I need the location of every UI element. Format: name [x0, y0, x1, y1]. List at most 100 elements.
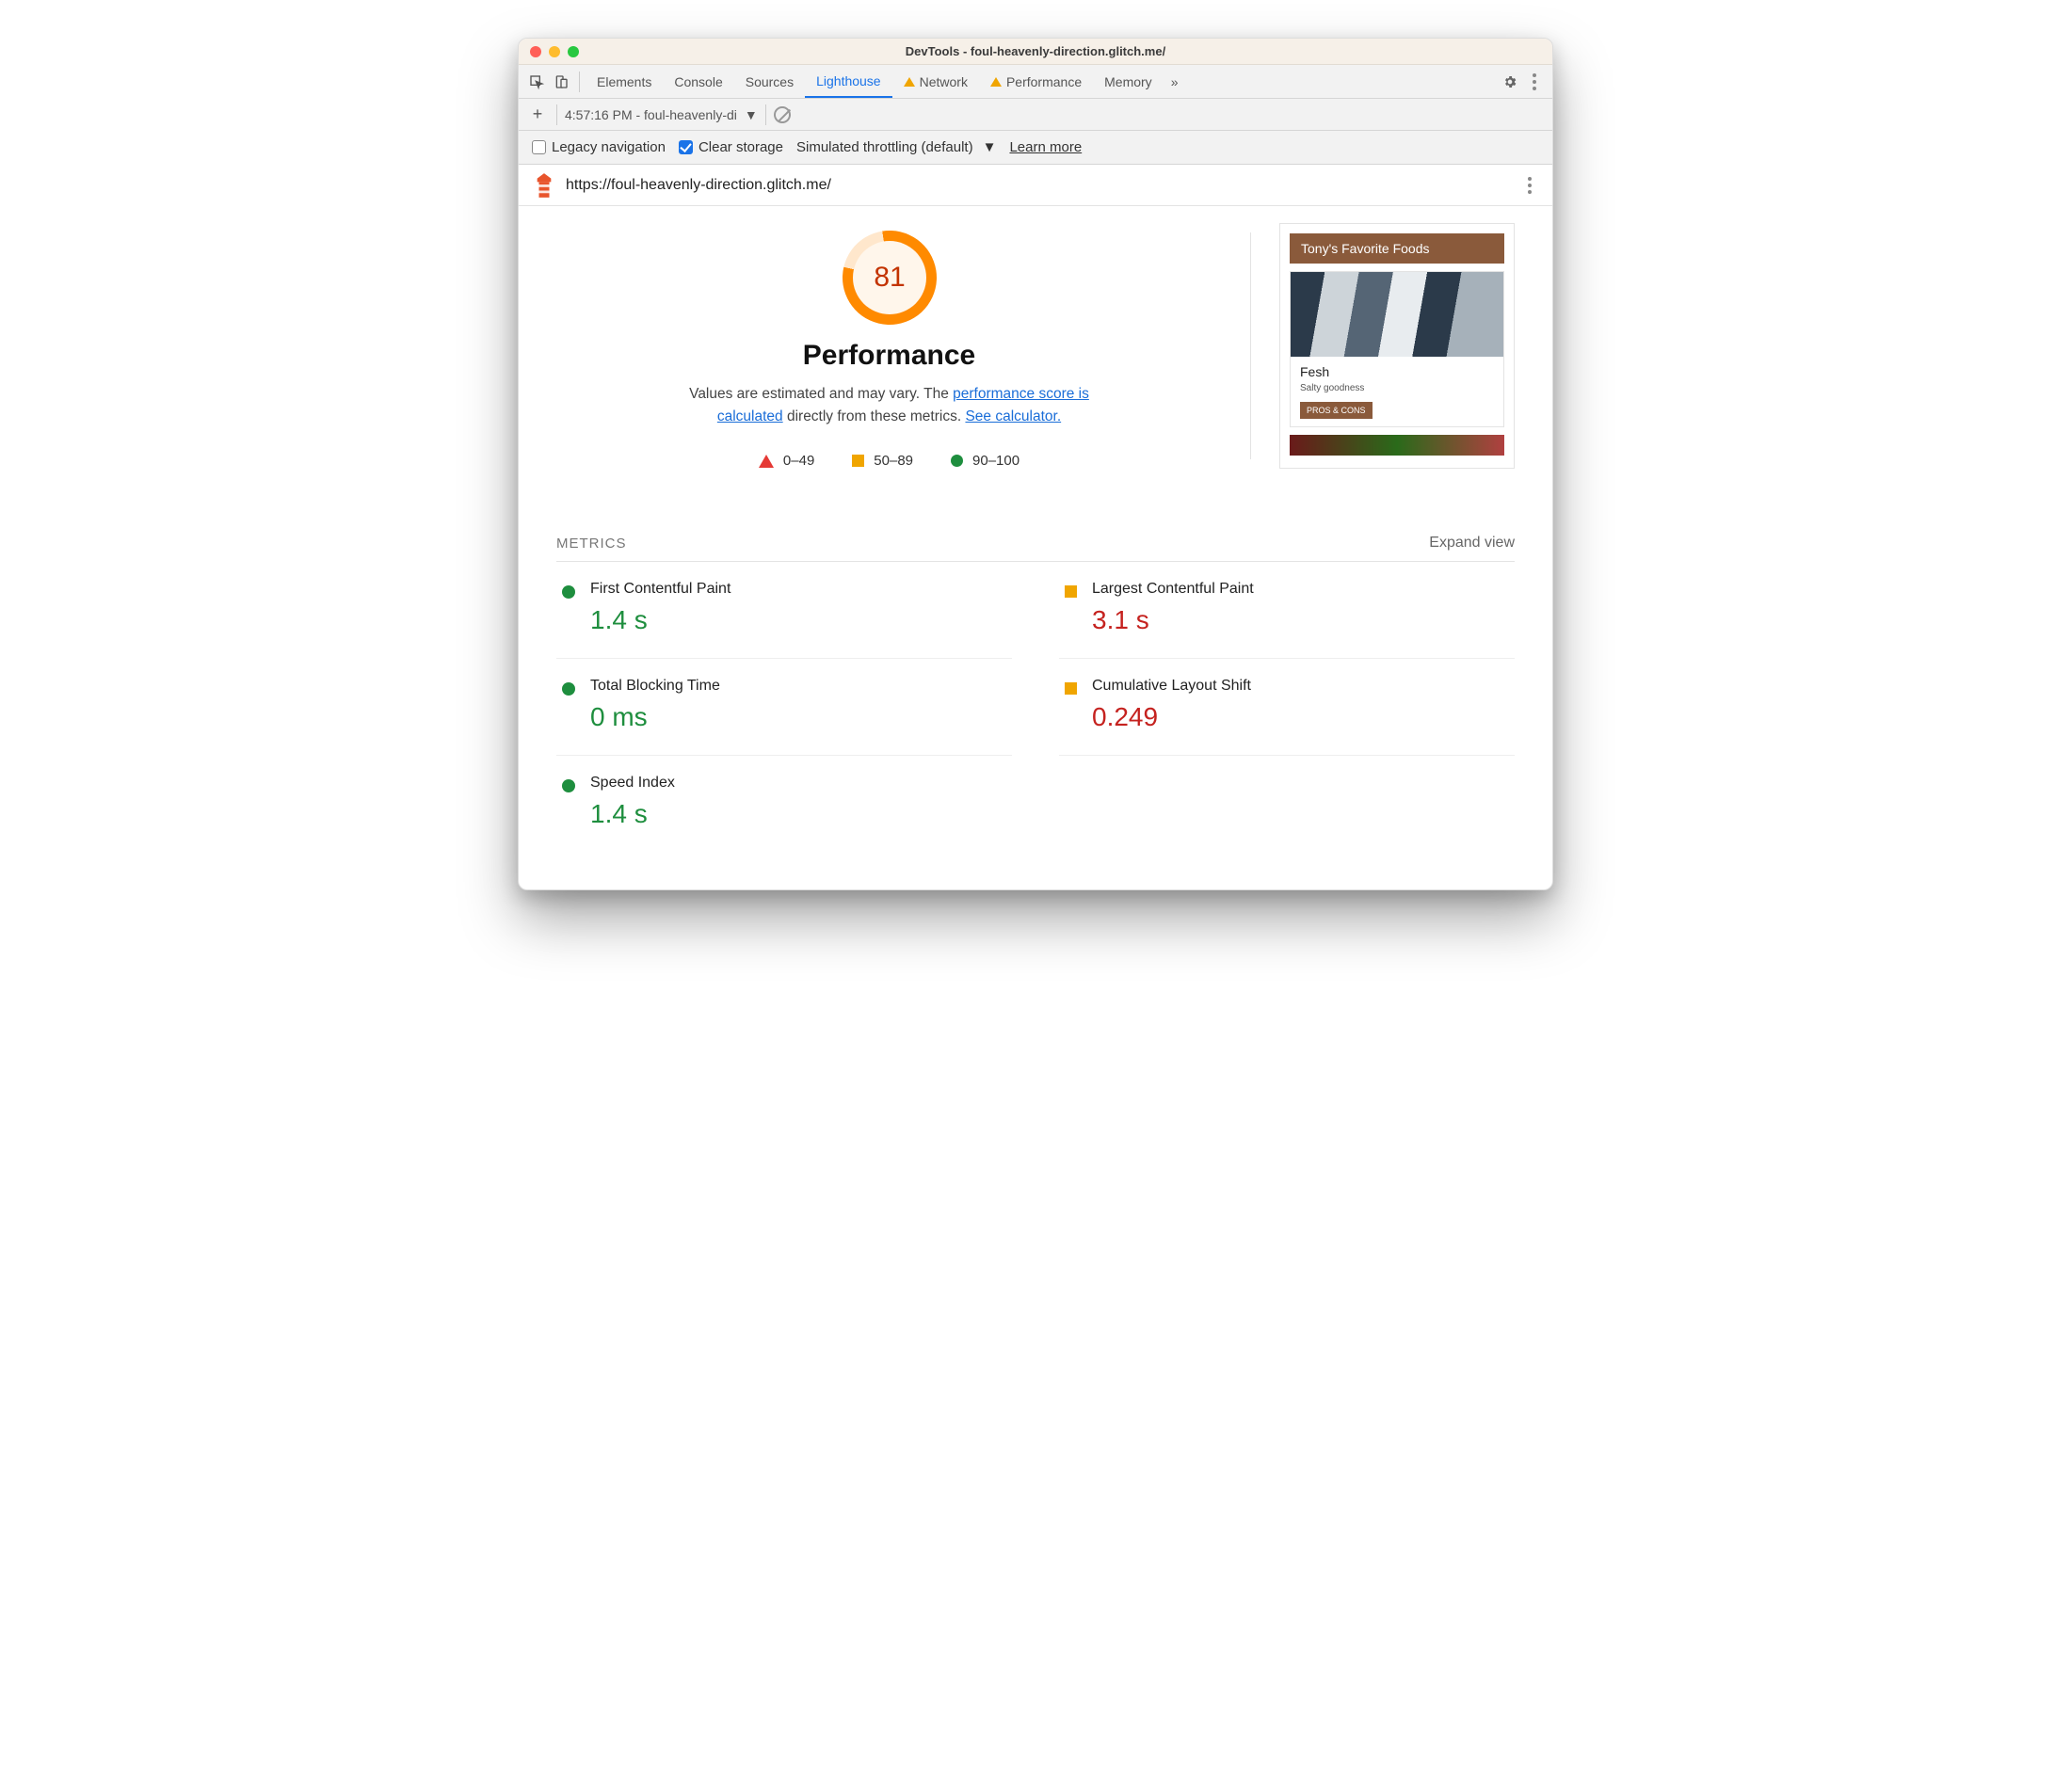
desc-text: directly from these metrics.	[783, 408, 966, 424]
lighthouse-options: Legacy navigation Clear storage Simulate…	[519, 131, 1552, 165]
divider	[1250, 232, 1251, 459]
preview-card-title: Fesh	[1300, 364, 1494, 379]
metrics-label: METRICS	[556, 536, 627, 552]
status-icon	[562, 779, 575, 792]
metrics-header: METRICS Expand view	[556, 535, 1515, 562]
report-menu-icon[interactable]	[1522, 171, 1537, 200]
category-heading: Performance	[556, 340, 1222, 372]
throttling-dropdown[interactable]: Simulated throttling (default) ▼	[796, 139, 996, 155]
zoom-icon[interactable]	[568, 46, 579, 57]
status-icon	[562, 585, 575, 599]
metric-value: 1.4 s	[590, 605, 730, 635]
gear-icon[interactable]	[1498, 70, 1522, 94]
preview-card-sub: Salty goodness	[1300, 383, 1494, 393]
kebab-menu-icon[interactable]	[1522, 70, 1547, 94]
legend-label: 0–49	[783, 453, 814, 469]
checkbox-label: Clear storage	[698, 139, 783, 155]
score-gauge: 81	[843, 231, 937, 325]
chevron-down-icon: ▼	[983, 139, 997, 155]
legend-good: 90–100	[951, 453, 1019, 469]
tab-label: Performance	[1006, 74, 1082, 89]
metric-tbt[interactable]: Total Blocking Time 0 ms	[556, 659, 1012, 756]
triangle-icon	[759, 455, 774, 468]
preview-title: Tony's Favorite Foods	[1290, 233, 1504, 264]
page-screenshot: Tony's Favorite Foods Fesh Salty goodnes…	[1279, 223, 1515, 469]
devtools-tabstrip: Elements Console Sources Lighthouse Netw…	[519, 65, 1552, 99]
report-url: https://foul-heavenly-direction.glitch.m…	[566, 177, 831, 194]
tab-label: Sources	[746, 74, 794, 89]
tab-label: Console	[674, 74, 722, 89]
warning-icon	[990, 77, 1002, 87]
score-legend: 0–49 50–89 90–100	[556, 453, 1222, 469]
metric-lcp[interactable]: Largest Contentful Paint 3.1 s	[1059, 562, 1515, 659]
tab-label: Network	[920, 74, 968, 89]
metric-value: 3.1 s	[1092, 605, 1254, 635]
expand-view-button[interactable]: Expand view	[1429, 535, 1515, 552]
metric-fcp[interactable]: First Contentful Paint 1.4 s	[556, 562, 1012, 659]
minimize-icon[interactable]	[549, 46, 560, 57]
device-toggle-icon[interactable]	[549, 70, 573, 94]
metrics-grid: First Contentful Paint 1.4 s Largest Con…	[556, 562, 1515, 852]
metric-value: 0 ms	[590, 702, 720, 732]
tab-performance[interactable]: Performance	[979, 65, 1093, 98]
checkbox-icon	[532, 140, 546, 154]
new-report-button[interactable]: +	[526, 104, 549, 126]
clear-icon[interactable]	[774, 106, 791, 123]
learn-more-link[interactable]: Learn more	[1009, 139, 1082, 155]
legend-label: 90–100	[972, 453, 1019, 469]
tab-label: Elements	[597, 74, 651, 89]
metric-cls[interactable]: Cumulative Layout Shift 0.249	[1059, 659, 1515, 756]
tab-console[interactable]: Console	[663, 65, 733, 98]
separator	[765, 104, 766, 125]
chevron-down-icon: ▼	[745, 107, 758, 122]
tab-memory[interactable]: Memory	[1093, 65, 1164, 98]
titlebar: DevTools - foul-heavenly-direction.glitc…	[519, 39, 1552, 65]
legacy-nav-checkbox[interactable]: Legacy navigation	[532, 139, 666, 155]
pros-cons-button: PROS & CONS	[1300, 402, 1373, 419]
legend-label: 50–89	[874, 453, 913, 469]
throttling-label: Simulated throttling (default)	[796, 139, 973, 155]
clear-storage-checkbox[interactable]: Clear storage	[679, 139, 783, 155]
lighthouse-report: 81 Performance Values are estimated and …	[519, 206, 1552, 889]
metric-value: 1.4 s	[590, 799, 675, 829]
preview-body: Fesh Salty goodness PROS & CONS	[1291, 357, 1503, 426]
preview-card: Fesh Salty goodness PROS & CONS	[1290, 271, 1504, 427]
report-label: 4:57:16 PM - foul-heavenly-di	[565, 107, 737, 122]
inspect-icon[interactable]	[524, 70, 549, 94]
window-title: DevTools - foul-heavenly-direction.glitc…	[519, 44, 1552, 58]
preview-image	[1291, 272, 1503, 357]
score-column: 81 Performance Values are estimated and …	[556, 223, 1222, 469]
metric-name: First Contentful Paint	[590, 581, 730, 598]
desc-text: Values are estimated and may vary. The	[689, 386, 953, 402]
separator	[579, 72, 580, 92]
tab-elements[interactable]: Elements	[586, 65, 663, 98]
legend-avg: 50–89	[852, 453, 913, 469]
checkbox-label: Legacy navigation	[552, 139, 666, 155]
circle-icon	[951, 455, 963, 467]
tab-label: Lighthouse	[816, 73, 881, 88]
calculator-link[interactable]: See calculator.	[965, 408, 1061, 424]
legend-bad: 0–49	[759, 453, 814, 469]
tab-sources[interactable]: Sources	[734, 65, 805, 98]
metric-value: 0.249	[1092, 702, 1251, 732]
metric-name: Largest Contentful Paint	[1092, 581, 1254, 598]
tab-label: Memory	[1104, 74, 1152, 89]
checkbox-icon	[679, 140, 693, 154]
report-header: 81 Performance Values are estimated and …	[556, 223, 1515, 469]
score-value: 81	[853, 241, 926, 314]
metric-si[interactable]: Speed Index 1.4 s	[556, 756, 1012, 852]
more-tabs-icon[interactable]: »	[1164, 74, 1186, 89]
status-icon	[1065, 585, 1077, 598]
traffic-lights	[519, 46, 579, 57]
status-icon	[562, 682, 575, 696]
tab-lighthouse[interactable]: Lighthouse	[805, 65, 892, 98]
close-icon[interactable]	[530, 46, 541, 57]
score-description: Values are estimated and may vary. The p…	[673, 383, 1106, 428]
metric-name: Cumulative Layout Shift	[1092, 678, 1251, 695]
separator	[556, 104, 557, 125]
report-dropdown[interactable]: 4:57:16 PM - foul-heavenly-di ▼	[565, 107, 758, 122]
preview-image	[1290, 435, 1504, 456]
report-urlbar: https://foul-heavenly-direction.glitch.m…	[519, 165, 1552, 206]
metric-name: Total Blocking Time	[590, 678, 720, 695]
tab-network[interactable]: Network	[892, 65, 979, 98]
